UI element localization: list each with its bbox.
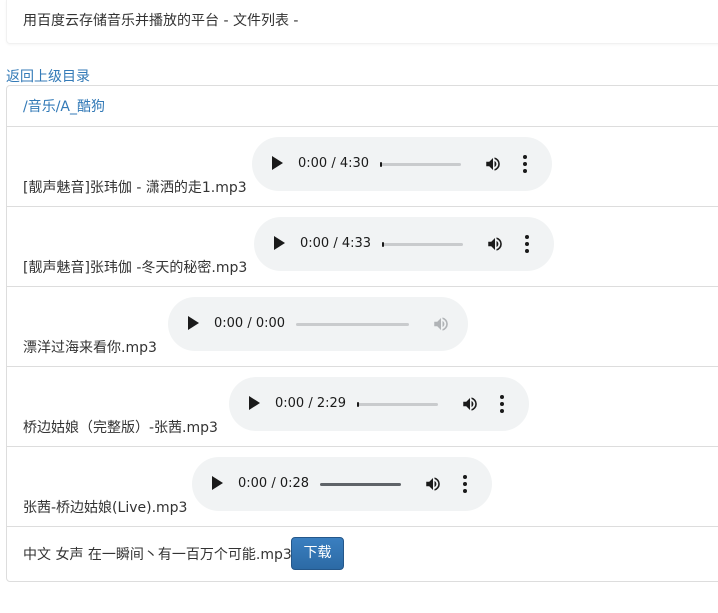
file-name: [靓声魅音]张玮伽 - 潇洒的走1.mp3 bbox=[23, 180, 247, 196]
volume-icon[interactable] bbox=[461, 395, 479, 413]
header-panel: 用百度云存储音乐并播放的平台 - 文件列表 - bbox=[6, 0, 718, 44]
back-to-parent-link[interactable]: 返回上级目录 bbox=[6, 66, 90, 86]
seek-thumb bbox=[382, 242, 384, 247]
audio-player: 0:00 / 4:33 bbox=[254, 217, 554, 271]
time-display: 0:00 / 0:00 bbox=[214, 316, 286, 331]
play-icon[interactable] bbox=[272, 156, 283, 170]
current-path-link[interactable]: /音乐/A_酷狗 bbox=[23, 96, 105, 116]
volume-icon[interactable] bbox=[486, 235, 504, 253]
more-vert-icon[interactable] bbox=[522, 155, 528, 173]
audio-player: 0:00 / 0:00 bbox=[168, 297, 468, 351]
time-display: 0:00 / 0:28 bbox=[238, 476, 310, 491]
audio-player: 0:00 / 4:30 bbox=[252, 137, 552, 191]
audio-player: 0:00 / 2:29 bbox=[229, 377, 529, 431]
list-item: 桥边姑娘（完整版）-张茜.mp3 0:00 / 2:29 bbox=[7, 367, 718, 447]
file-name: [靓声魅音]张玮伽 -冬天的秘密.mp3 bbox=[23, 260, 248, 276]
volume-icon bbox=[434, 317, 448, 331]
list-item: 中文 女声 在一瞬间丶有一百万个可能.mp3 下载 bbox=[7, 527, 718, 581]
play-icon[interactable] bbox=[274, 236, 285, 250]
more-vert-icon[interactable] bbox=[462, 475, 468, 493]
play-icon[interactable] bbox=[212, 476, 223, 490]
seek-slider[interactable] bbox=[382, 242, 463, 247]
more-vert-icon[interactable] bbox=[499, 395, 505, 413]
seek-slider[interactable] bbox=[296, 323, 409, 326]
time-display: 0:00 / 2:29 bbox=[275, 396, 347, 411]
volume-icon[interactable] bbox=[484, 155, 502, 173]
volume-icon[interactable] bbox=[424, 475, 442, 493]
more-vert-icon[interactable] bbox=[524, 235, 530, 253]
list-item: 漂洋过海来看你.mp3 0:00 / 0:00 bbox=[7, 287, 718, 367]
list-item: 张茜-桥边姑娘(Live).mp3 0:00 / 0:28 bbox=[7, 447, 718, 527]
seek-thumb bbox=[357, 402, 359, 407]
file-name: 桥边姑娘（完整版）-张茜.mp3 bbox=[23, 420, 218, 436]
file-list: /音乐/A_酷狗 [靓声魅音]张玮伽 - 潇洒的走1.mp3 0:00 / 4:… bbox=[6, 85, 718, 582]
time-display: 0:00 / 4:30 bbox=[298, 156, 370, 171]
file-name: 漂洋过海来看你.mp3 bbox=[23, 340, 157, 356]
play-icon[interactable] bbox=[249, 396, 260, 410]
seek-slider[interactable] bbox=[380, 162, 461, 167]
seek-slider[interactable] bbox=[320, 483, 401, 486]
seek-slider[interactable] bbox=[357, 402, 438, 407]
file-name: 中文 女声 在一瞬间丶有一百万个可能.mp3 bbox=[23, 547, 292, 563]
list-item: [靓声魅音]张玮伽 -冬天的秘密.mp3 0:00 / 4:33 bbox=[7, 207, 718, 287]
play-icon[interactable] bbox=[188, 316, 199, 330]
audio-player: 0:00 / 0:28 bbox=[192, 457, 492, 511]
time-display: 0:00 / 4:33 bbox=[300, 236, 372, 251]
download-button[interactable]: 下载 bbox=[291, 537, 344, 570]
seek-thumb bbox=[380, 162, 382, 167]
file-name: 张茜-桥边姑娘(Live).mp3 bbox=[23, 500, 188, 516]
path-row: /音乐/A_酷狗 bbox=[7, 86, 718, 127]
page-title: 用百度云存储音乐并播放的平台 - 文件列表 - bbox=[23, 13, 299, 29]
list-item: [靓声魅音]张玮伽 - 潇洒的走1.mp3 0:00 / 4:30 bbox=[7, 127, 718, 207]
